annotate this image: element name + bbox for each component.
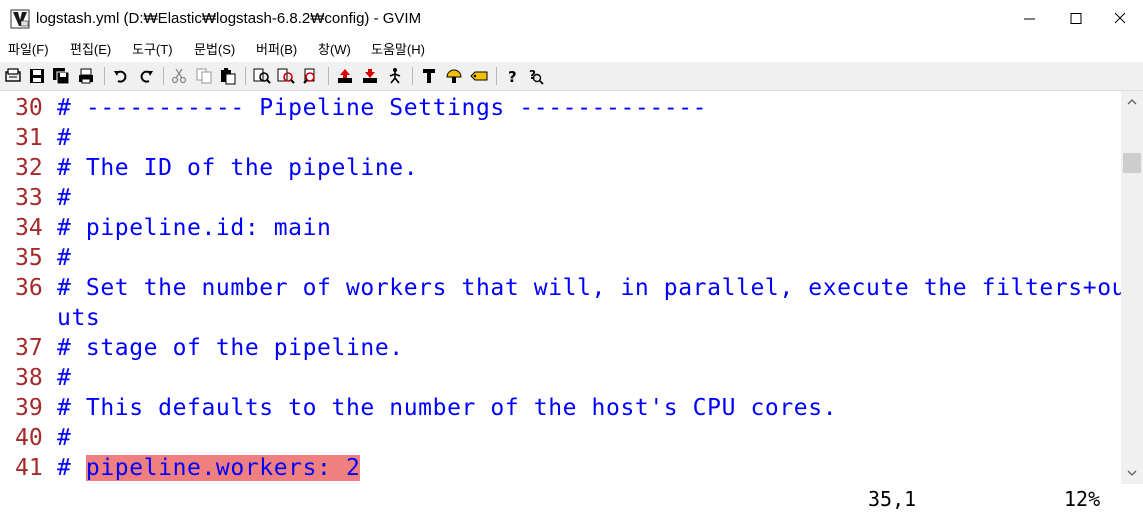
line-number: 40 [15, 425, 43, 451]
status-line: 35,1 12% [0, 484, 1143, 514]
toolbar: ? ? [0, 62, 1143, 91]
make-icon[interactable] [420, 67, 438, 85]
editor-area[interactable]: 30 # ----------- Pipeline Settings ------… [0, 91, 1143, 484]
line-number: 41 [15, 455, 43, 481]
line-number: 37 [15, 335, 43, 361]
svg-text:?: ? [508, 68, 517, 85]
load-session-icon[interactable] [336, 67, 354, 85]
find-help-icon[interactable]: ? [527, 67, 545, 85]
vertical-scrollbar[interactable] [1121, 91, 1143, 484]
run-script-icon[interactable] [386, 67, 404, 85]
line-number: 35 [15, 245, 43, 271]
scroll-up-button[interactable] [1121, 91, 1143, 113]
print-icon[interactable] [77, 67, 95, 85]
title-bar: logstash.yml (D:₩Elastic₩logstash-6.8.2₩… [0, 0, 1143, 38]
line-text: # This defaults to the number of the hos… [57, 395, 838, 421]
cut-icon[interactable] [170, 67, 188, 85]
line-text: # Set the number of workers that will, i… [57, 275, 1143, 301]
chevron-up-icon [1127, 99, 1137, 105]
gvim-icon[interactable] [10, 9, 30, 29]
line-text: # [57, 185, 72, 211]
line-number: 33 [15, 185, 43, 211]
scroll-thumb[interactable] [1123, 153, 1141, 173]
menu-file[interactable]: 파일(F) [6, 38, 51, 62]
find-next-icon[interactable] [277, 67, 295, 85]
minimize-button[interactable] [1007, 0, 1053, 38]
save-session-icon[interactable] [361, 67, 379, 85]
menu-buffers[interactable]: 버퍼(B) [254, 38, 299, 62]
close-icon [1114, 12, 1126, 24]
maximize-icon [1070, 13, 1082, 24]
line-text: # [57, 125, 72, 151]
line-number: 38 [15, 365, 43, 391]
line-text: # stage of the pipeline. [57, 335, 404, 361]
save-all-icon[interactable] [52, 67, 70, 85]
line-text: # The ID of the pipeline. [57, 155, 419, 181]
minimize-icon [1024, 18, 1035, 20]
line-text: # pipeline.workers: 2 [57, 453, 361, 483]
chevron-down-icon [1127, 470, 1137, 476]
menu-help[interactable]: 도움말(H) [369, 38, 427, 62]
find-replace-icon[interactable] [253, 67, 271, 85]
scroll-percent: 12% [1064, 487, 1101, 511]
search-highlight: pipeline.workers: 2 [85, 455, 361, 481]
menu-window[interactable]: 창(W) [316, 38, 353, 62]
line-text: # ----------- Pipeline Settings --------… [57, 95, 708, 121]
maximize-button[interactable] [1053, 0, 1099, 38]
paste-icon[interactable] [219, 67, 237, 85]
line-text: # [57, 425, 72, 451]
menu-syntax[interactable]: 문법(S) [192, 38, 237, 62]
open-icon[interactable] [4, 67, 22, 85]
scroll-down-button[interactable] [1121, 462, 1143, 484]
menu-tools[interactable]: 도구(T) [130, 38, 175, 62]
undo-icon[interactable] [112, 67, 130, 85]
shell-icon[interactable] [445, 67, 463, 85]
line-number: 31 [15, 125, 43, 151]
line-number: 32 [15, 155, 43, 181]
line-number: 30 [15, 95, 43, 121]
redo-icon[interactable] [137, 67, 155, 85]
close-button[interactable] [1097, 0, 1143, 38]
help-icon[interactable]: ? [503, 67, 521, 85]
window-title: logstash.yml (D:₩Elastic₩logstash-6.8.2₩… [36, 10, 422, 27]
copy-icon[interactable] [195, 67, 213, 85]
line-text: # [57, 245, 72, 271]
line-number: 34 [15, 215, 43, 241]
line-text: uts [57, 305, 101, 331]
cursor-position: 35,1 [868, 487, 917, 511]
line-number: 39 [15, 395, 43, 421]
comment-prefix: # [57, 455, 86, 481]
line-text: # pipeline.id: main [57, 215, 332, 241]
line-number: 36 [15, 275, 43, 301]
line-text: # [57, 365, 72, 391]
run-ctags-icon[interactable] [470, 67, 488, 85]
save-icon[interactable] [28, 67, 46, 85]
menu-edit[interactable]: 편집(E) [68, 38, 113, 62]
find-prev-icon[interactable] [302, 67, 320, 85]
menu-bar: 파일(F) 편집(E) 도구(T) 문법(S) 버퍼(B) 창(W) 도움말(H… [0, 38, 1143, 62]
